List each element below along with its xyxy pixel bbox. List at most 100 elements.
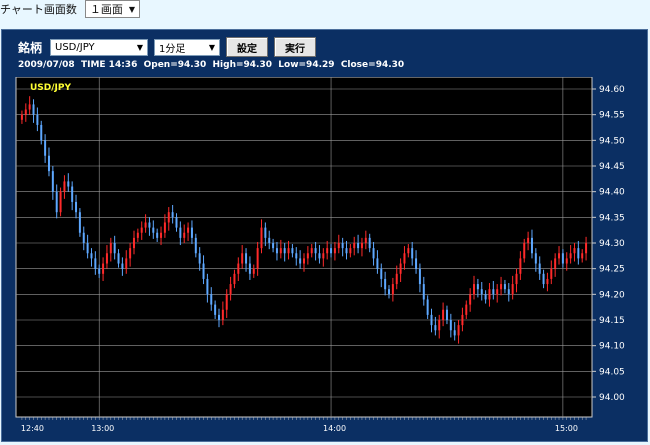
candle-body (314, 248, 317, 254)
candle-body (129, 248, 132, 259)
candle-body (171, 212, 174, 218)
candle-body (233, 273, 236, 285)
candle-body (190, 227, 193, 238)
chart-symbol-label: USD/JPY (30, 83, 71, 93)
candle-body (337, 243, 340, 249)
candle-body (163, 222, 166, 233)
candle-body (241, 253, 244, 264)
candle-body (86, 243, 89, 254)
y-tick-label: 94.30 (599, 239, 625, 249)
x-tick-label: 12:40 (21, 424, 44, 433)
candle-body (125, 258, 128, 269)
candle-body (210, 294, 213, 305)
candle-body (287, 248, 290, 254)
candle-body (160, 232, 163, 238)
candle-body (310, 248, 313, 254)
candle-body (407, 248, 410, 254)
info-date: 2009/07/08 (18, 60, 75, 70)
candle-body (144, 222, 147, 228)
chevron-down-icon: ▼ (128, 4, 136, 14)
candle-body (573, 248, 576, 254)
candle-body (167, 212, 170, 223)
candle-body (237, 263, 240, 274)
candle-body (585, 243, 588, 254)
info-high: High=94.30 (212, 60, 272, 70)
candle-body (136, 232, 139, 238)
candle-body (214, 304, 217, 315)
info-open: Open=94.30 (143, 60, 207, 70)
candle-body (473, 284, 476, 295)
candle-body (113, 243, 116, 254)
candle-body (330, 248, 333, 254)
candle-body (105, 253, 108, 264)
candle-body (36, 114, 39, 125)
candle-body (426, 299, 429, 315)
candle-body (480, 289, 483, 295)
run-button[interactable]: 実行 (274, 37, 317, 57)
chart-panel: 銘柄 USD/JPY ▼ 1分足 ▼ 設定 実行 2009/07/08 TIME… (1, 29, 648, 442)
candle-body (217, 314, 220, 320)
candle-body (457, 325, 460, 336)
candle-body (28, 104, 31, 110)
settings-button[interactable]: 設定 (226, 37, 269, 57)
candle-body (469, 294, 472, 305)
candle-body (75, 201, 78, 213)
candle-body (221, 309, 224, 320)
candle-body (275, 248, 278, 254)
y-tick-label: 94.15 (599, 316, 625, 326)
symbol-label: 銘柄 (18, 40, 43, 55)
symbol-select[interactable]: USD/JPY ▼ (50, 38, 149, 56)
candle-body (345, 248, 348, 254)
candle-body (465, 304, 468, 315)
candle-body (507, 289, 510, 295)
candle-body (140, 227, 143, 233)
candle-body (391, 284, 394, 295)
candle-body (554, 258, 557, 269)
candle-body (488, 289, 491, 300)
info-low: Low=94.29 (278, 60, 335, 70)
candle-body (442, 309, 445, 320)
y-tick-label: 94.25 (599, 265, 625, 275)
y-tick-label: 94.45 (599, 162, 625, 172)
candle-body (372, 248, 375, 259)
symbol-value: USD/JPY (55, 41, 95, 53)
candle-body (577, 248, 580, 259)
candle-body (156, 232, 159, 238)
candle-body (484, 294, 487, 300)
candle-body (388, 289, 391, 295)
candle-body (353, 243, 356, 249)
candle-body (511, 284, 514, 295)
plot-area (15, 76, 593, 418)
y-tick-label: 94.00 (599, 393, 625, 403)
candle-body (51, 171, 54, 192)
candle-body (183, 232, 186, 238)
candle-body (534, 253, 537, 264)
chart-screens-select[interactable]: １画面 ▼ (84, 0, 141, 18)
candle-body (542, 273, 545, 285)
candle-body (530, 237, 533, 254)
candle-body (399, 263, 402, 274)
y-tick-label: 94.40 (599, 188, 625, 198)
candle-body (20, 114, 23, 120)
candle-body (415, 258, 418, 269)
candle-body (384, 278, 387, 290)
candle-body (272, 243, 275, 249)
candle-body (78, 212, 81, 233)
candle-body (453, 330, 456, 336)
y-tick-label: 94.20 (599, 290, 625, 300)
candle-body (422, 284, 425, 300)
x-tick-label: 15:00 (555, 424, 578, 433)
candle-body (438, 320, 441, 331)
candle-body (561, 253, 564, 264)
interval-select[interactable]: 1分足 ▼ (154, 38, 221, 56)
candle-body (519, 258, 522, 274)
chevron-down-icon: ▼ (136, 42, 144, 52)
candle-body (360, 243, 363, 249)
candle-body (306, 253, 309, 259)
candle-body (376, 258, 379, 269)
candle-body (445, 309, 448, 320)
candle-body (194, 237, 197, 254)
candle-body (418, 268, 421, 285)
interval-value: 1分足 (159, 43, 186, 55)
candle-body (256, 248, 259, 269)
